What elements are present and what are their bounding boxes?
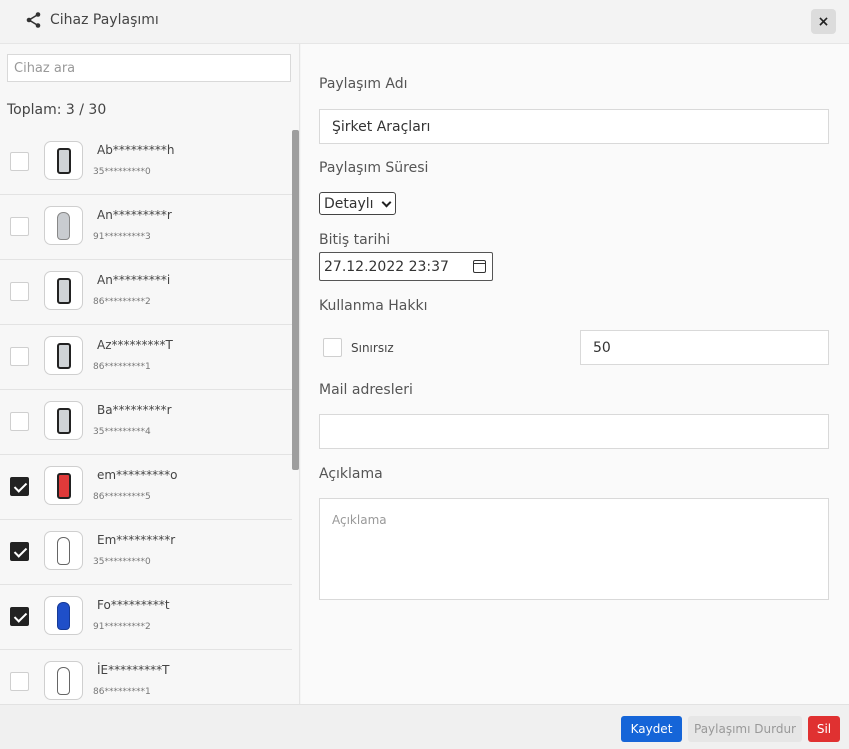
device-name: em*********o <box>97 468 178 482</box>
device-checkbox[interactable] <box>10 412 29 431</box>
device-id: 35*********0 <box>93 167 151 177</box>
dialog-header: Cihaz Paylaşımı × <box>0 0 849 44</box>
list-item[interactable]: An*********r 91*********3 <box>0 195 292 260</box>
device-thumbnail <box>44 271 83 310</box>
delete-button[interactable]: Sil <box>808 716 840 742</box>
usage-label: Kullanma Hakkı <box>319 298 428 314</box>
end-date-label: Bitiş tarihi <box>319 232 391 248</box>
list-scrollbar[interactable] <box>292 130 299 470</box>
list-item[interactable]: An*********i 86*********2 <box>0 260 292 325</box>
car-icon <box>57 536 70 565</box>
device-name: Az*********T <box>97 338 173 352</box>
list-item[interactable]: Fo*********t 91*********2 <box>0 585 292 650</box>
device-thumbnail <box>44 596 83 635</box>
list-item[interactable]: Ab*********h 35*********0 <box>0 130 292 195</box>
device-name: Ab*********h <box>97 143 175 157</box>
device-checkbox[interactable] <box>10 542 29 561</box>
device-checkbox[interactable] <box>10 217 29 236</box>
save-button[interactable]: Kaydet <box>621 716 682 742</box>
device-name: An*********r <box>97 208 172 222</box>
device-id: 86*********1 <box>93 687 151 697</box>
phone-icon <box>56 342 71 369</box>
device-checkbox[interactable] <box>10 282 29 301</box>
total-count: Toplam: 3 / 30 <box>7 102 107 118</box>
usage-count-input[interactable]: 50 <box>580 330 829 365</box>
share-icon <box>26 12 41 28</box>
device-search-input[interactable] <box>7 54 291 82</box>
list-item[interactable]: Ba*********r 35*********4 <box>0 390 292 455</box>
device-id: 86*********2 <box>93 297 151 307</box>
device-name: Ba*********r <box>97 403 172 417</box>
list-item[interactable]: Az*********T 86*********1 <box>0 325 292 390</box>
share-form: Paylaşım Adı Şirket Araçları Paylaşım Sü… <box>301 44 849 704</box>
share-name-label: Paylaşım Adı <box>319 76 408 92</box>
device-checkbox[interactable] <box>10 347 29 366</box>
phone-icon <box>56 407 71 434</box>
device-name: Em*********r <box>97 533 176 547</box>
end-date-input[interactable]: 27.12.2022 23:37 <box>319 252 493 281</box>
device-thumbnail <box>44 531 83 570</box>
device-id: 35*********0 <box>93 557 151 567</box>
list-item[interactable]: İE*********T 86*********1 <box>0 650 292 704</box>
dialog-footer: Kaydet Paylaşımı Durdur Sil <box>0 704 849 749</box>
device-id: 86*********1 <box>93 362 151 372</box>
device-id: 86*********5 <box>93 492 151 502</box>
close-icon: × <box>817 13 830 30</box>
description-textarea[interactable]: Açıklama <box>319 498 829 600</box>
device-thumbnail <box>44 466 83 505</box>
list-item[interactable]: Em*********r 35*********0 <box>0 520 292 585</box>
device-list-panel: Toplam: 3 / 30 Ab*********h 35*********0… <box>0 44 300 704</box>
device-thumbnail <box>44 141 83 180</box>
car-icon <box>57 601 70 630</box>
device-id: 91*********3 <box>93 232 151 242</box>
device-thumbnail <box>44 661 83 700</box>
device-thumbnail <box>44 206 83 245</box>
list-item[interactable]: em*********o 86*********5 <box>0 455 292 520</box>
car-icon <box>57 211 70 240</box>
phone-icon <box>56 277 71 304</box>
device-name: An*********i <box>97 273 171 287</box>
device-thumbnail <box>44 401 83 440</box>
device-id: 91*********2 <box>93 622 151 632</box>
phone-icon <box>56 147 71 174</box>
share-duration-value: Detaylı <box>324 195 374 212</box>
phone-icon <box>56 472 71 499</box>
description-label: Açıklama <box>319 466 383 482</box>
mail-label: Mail adresleri <box>319 382 413 398</box>
car-icon <box>57 666 70 695</box>
device-name: İE*********T <box>97 663 170 677</box>
share-duration-select[interactable]: Detaylı <box>319 192 396 215</box>
share-duration-label: Paylaşım Süresi <box>319 160 429 176</box>
share-name-input[interactable]: Şirket Araçları <box>319 109 829 144</box>
close-button[interactable]: × <box>811 9 836 34</box>
mail-input[interactable] <box>319 414 829 449</box>
end-date-value: 27.12.2022 23:37 <box>324 258 449 275</box>
device-list: Ab*********h 35*********0 An*********r 9… <box>0 130 292 704</box>
device-name: Fo*********t <box>97 598 170 612</box>
device-thumbnail <box>44 336 83 375</box>
device-checkbox[interactable] <box>10 477 29 496</box>
device-checkbox[interactable] <box>10 607 29 626</box>
dialog-title: Cihaz Paylaşımı <box>50 12 159 28</box>
stop-sharing-button[interactable]: Paylaşımı Durdur <box>688 716 802 742</box>
device-id: 35*********4 <box>93 427 151 437</box>
device-checkbox[interactable] <box>10 152 29 171</box>
calendar-icon[interactable] <box>473 260 486 273</box>
chevron-down-icon <box>381 197 392 208</box>
unlimited-label: Sınırsız <box>351 341 394 355</box>
unlimited-checkbox[interactable] <box>323 338 342 357</box>
device-checkbox[interactable] <box>10 672 29 691</box>
